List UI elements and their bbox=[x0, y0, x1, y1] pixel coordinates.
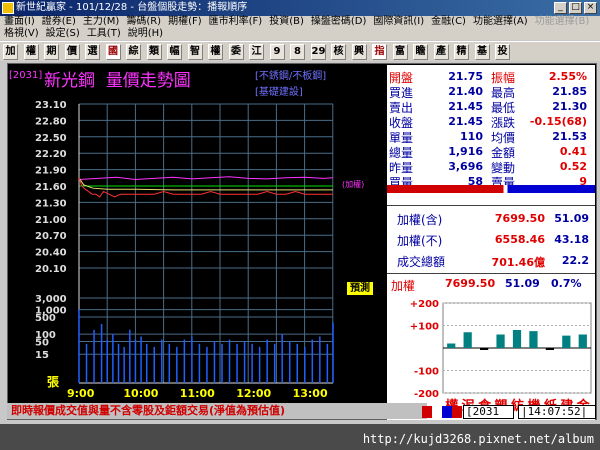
quote-value: 3,696 bbox=[448, 160, 483, 173]
quote-panel: 開盤 21.75 振幅 2.55% 買進 21.40 最高 21.85 賣出 21.45 最低 21.… bbox=[387, 65, 595, 420]
stock-code-tag: [2031] bbox=[9, 70, 43, 81]
quote-value: 21.45 bbox=[448, 100, 483, 113]
volume-tick-label: 3,000 bbox=[35, 294, 67, 305]
index-value: 7699.50 bbox=[494, 212, 545, 225]
time-tick-label: 9:00 bbox=[67, 387, 95, 400]
price-tick-label: 21.90 bbox=[35, 166, 67, 177]
index-series-line bbox=[78, 176, 334, 180]
index-change: 22.2 bbox=[561, 254, 589, 267]
quote-value: 21.40 bbox=[448, 85, 483, 98]
quote-value: 21.45 bbox=[448, 115, 483, 128]
quote-value: 2.55% bbox=[548, 70, 587, 83]
index-label: 加權(含) bbox=[397, 213, 443, 227]
volume-unit: 張 bbox=[47, 375, 60, 389]
prediction-badge[interactable]: 預測 bbox=[347, 282, 373, 295]
price-tick-label: 22.50 bbox=[35, 133, 67, 144]
sector-bar bbox=[578, 334, 587, 348]
price-tick-label: 23.10 bbox=[35, 100, 67, 111]
price-tick-label: 20.70 bbox=[35, 231, 67, 242]
sector-chart: +200+100-100-200權泥食塑紡機紙建金 bbox=[410, 299, 592, 414]
sector-bar bbox=[512, 330, 522, 348]
sector-bar bbox=[463, 332, 472, 348]
status-notice: 即時報價成交值與量不含零股及鉅額交易(淨值為預估值) bbox=[7, 403, 427, 419]
index-change: 51.09 bbox=[554, 212, 589, 225]
clock-display: |14:07:52| bbox=[518, 405, 596, 419]
price-tick-label: 21.60 bbox=[35, 182, 67, 193]
sector-bar bbox=[529, 331, 538, 348]
index-change: 43.18 bbox=[554, 233, 589, 246]
quote-value: 21.75 bbox=[448, 70, 483, 83]
concept-tag[interactable]: [基礎建設] bbox=[255, 83, 303, 98]
index-label: 成交總額 bbox=[397, 255, 446, 269]
time-tick-label: 13:00 bbox=[293, 387, 328, 400]
volume-tick-label: 50 bbox=[35, 337, 49, 348]
price-series-line bbox=[78, 177, 333, 198]
price-tick-label: 21.30 bbox=[35, 198, 67, 209]
time-tick-label: 11:00 bbox=[180, 387, 215, 400]
watermark-url: http://kujd3268.pixnet.net/album bbox=[362, 432, 594, 446]
clock-value: 14:07:52 bbox=[527, 405, 581, 418]
sector-tick-label: +200 bbox=[410, 299, 439, 310]
color-legend bbox=[422, 406, 462, 418]
sector-tick-label: -200 bbox=[414, 389, 439, 400]
stock-name: 新光鋼 bbox=[44, 71, 95, 91]
sector-tick-label: +100 bbox=[410, 322, 439, 333]
sector-bar bbox=[562, 335, 571, 348]
time-tick-label: 10:00 bbox=[123, 387, 158, 400]
time-tick-label: 12:00 bbox=[236, 387, 271, 400]
price-tick-label: 21.00 bbox=[35, 215, 67, 226]
sector-bar bbox=[480, 348, 489, 350]
industry-tag[interactable]: [不銹鋼/不板鋼] bbox=[255, 67, 326, 82]
sector-tick-label: -100 bbox=[414, 367, 439, 378]
quote-value: 110 bbox=[460, 130, 483, 143]
quote-value: -0.15(68) bbox=[529, 115, 587, 128]
avg-price-line bbox=[78, 177, 333, 191]
price-tick-label: 20.40 bbox=[35, 248, 67, 259]
taiex-line-field: 7699.50 bbox=[445, 277, 496, 290]
stock-code-input[interactable]: [2031 bbox=[463, 405, 514, 419]
quote-value: 21.85 bbox=[552, 85, 587, 98]
price-tick-label: 20.10 bbox=[35, 264, 67, 275]
taiex-line-field: 51.09 bbox=[505, 277, 540, 290]
adjusted-label: (加權) bbox=[342, 180, 365, 189]
volume-tick-label: 500 bbox=[35, 313, 56, 324]
taiex-line-field: 0.7% bbox=[551, 277, 582, 290]
quote-value: 0.52 bbox=[559, 160, 587, 173]
stock-name-title: 新光鋼 量價走勢圖 bbox=[44, 66, 191, 91]
volume-tick-label: 15 bbox=[35, 350, 49, 361]
index-value: 701.46億 bbox=[491, 256, 545, 269]
quote-value: 21.30 bbox=[552, 100, 587, 113]
taiex-line-field: 加權 bbox=[391, 279, 416, 293]
price-tick-label: 22.20 bbox=[35, 149, 67, 160]
index-value: 6558.46 bbox=[494, 233, 545, 246]
sector-bar bbox=[496, 334, 505, 348]
quote-value: 1,916 bbox=[448, 145, 483, 158]
chart-title: 量價走勢圖 bbox=[105, 71, 191, 91]
sector-bar bbox=[545, 348, 554, 350]
sector-bar bbox=[447, 343, 456, 348]
quote-value: 21.53 bbox=[552, 130, 587, 143]
index-label: 加權(不) bbox=[397, 234, 443, 248]
buy-sell-ratio-bar bbox=[387, 185, 595, 193]
stock-code-value: 2031 bbox=[472, 405, 500, 418]
quote-value: 0.41 bbox=[559, 145, 587, 158]
price-tick-label: 22.80 bbox=[35, 116, 67, 127]
